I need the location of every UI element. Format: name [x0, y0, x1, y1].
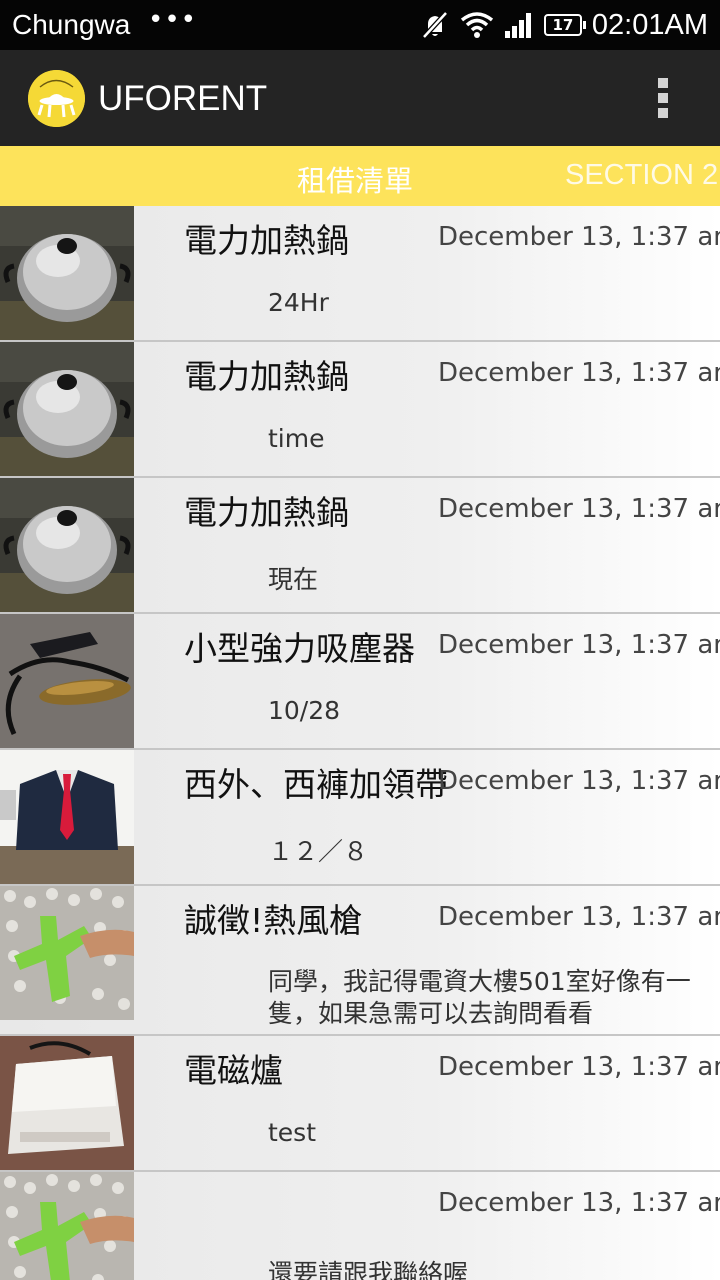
- overflow-menu-icon[interactable]: [650, 72, 676, 124]
- item-thumbnail: [0, 750, 134, 884]
- suit-image: [0, 750, 134, 884]
- item-title: 電力加熱鍋: [184, 493, 349, 532]
- item-thumbnail: [0, 886, 134, 1020]
- item-date: December 13, 1:37 am: [438, 630, 720, 660]
- item-thumbnail: [0, 478, 134, 612]
- item-subtitle: 還要請跟我聯絡喔: [268, 1259, 469, 1280]
- list-item[interactable]: 電力加熱鍋 December 13, 1:37 am 24Hr: [0, 206, 720, 342]
- item-subtitle: 同學，我記得電資大樓501室好像有一隻，如果急需可以去詢問看看: [268, 967, 691, 1028]
- lace-hand-image: [0, 1172, 134, 1280]
- wifi-icon: [460, 12, 494, 38]
- item-subtitle: 10/28: [268, 696, 341, 725]
- clock: 02:01AM: [591, 8, 708, 41]
- item-title: 電力加熱鍋: [184, 221, 349, 260]
- item-thumbnail: [0, 1172, 134, 1280]
- item-thumbnail: [0, 206, 134, 340]
- status-bar: Chungwa ••• 17 02:01AM: [0, 0, 720, 50]
- tab-bar: 租借清單 SECTION 2: [0, 146, 720, 206]
- item-date: December 13, 1:37 am: [438, 358, 720, 388]
- item-subtitle: time: [268, 424, 325, 453]
- list-item[interactable]: 電力加熱鍋 December 13, 1:37 am 現在: [0, 478, 720, 614]
- item-date: December 13, 1:37 am: [438, 222, 720, 252]
- induction-cooker-image: [0, 1036, 134, 1170]
- item-date: December 13, 1:37 am: [438, 766, 720, 796]
- rice-cooker-image: [0, 206, 134, 340]
- battery-icon: 17: [543, 14, 586, 36]
- list-item[interactable]: 小型強力吸塵器 December 13, 1:37 am 10/28: [0, 614, 720, 750]
- carrier-name: Chungwa: [12, 9, 131, 40]
- notification-dots: •••: [148, 5, 198, 35]
- item-title: 電磁爐: [184, 1051, 283, 1090]
- app-title: UFORENT: [98, 79, 268, 118]
- tab-section-2[interactable]: SECTION 2: [565, 159, 718, 192]
- item-title: 誠徵!熱風槍: [184, 901, 363, 940]
- action-bar: UFORENT: [0, 50, 720, 146]
- item-thumbnail: [0, 614, 134, 748]
- signal-icon: [504, 13, 531, 38]
- list-item[interactable]: 誠徵!熱風槍 December 13, 1:37 am 同學，我記得電資大樓50…: [0, 886, 720, 1036]
- item-date: December 13, 1:37 am: [438, 1188, 720, 1218]
- item-date: December 13, 1:37 am: [438, 494, 720, 524]
- list-item[interactable]: 電力加熱鍋 December 13, 1:37 am time: [0, 342, 720, 478]
- item-title: 小型強力吸塵器: [184, 629, 415, 668]
- item-thumbnail: [0, 342, 134, 476]
- item-subtitle: １２／８: [268, 837, 369, 866]
- status-icons: 17 02:01AM: [420, 8, 708, 42]
- item-subtitle: 24Hr: [268, 288, 329, 317]
- rice-cooker-image: [0, 342, 134, 476]
- rental-list: 電力加熱鍋 December 13, 1:37 am 24Hr 電力加熱鍋 De…: [0, 206, 720, 1280]
- rice-cooker-image: [0, 478, 134, 612]
- tab-rental-list[interactable]: 租借清單: [297, 158, 413, 200]
- lace-hand-image: [0, 886, 134, 1020]
- item-title: 西外、西褲加領帶: [184, 765, 448, 804]
- list-item[interactable]: 電磁爐 December 13, 1:37 am test: [0, 1036, 720, 1172]
- mute-bell-icon: [422, 11, 448, 39]
- battery-level: 17: [552, 16, 574, 34]
- item-thumbnail: [0, 1036, 134, 1170]
- item-subtitle: 現在: [268, 565, 319, 594]
- ufo-logo-icon: [28, 70, 85, 127]
- app-logo[interactable]: [28, 70, 85, 127]
- list-item[interactable]: 西外、西褲加領帶 December 13, 1:37 am １２／８: [0, 750, 720, 886]
- list-item[interactable]: December 13, 1:37 am 還要請跟我聯絡喔: [0, 1172, 720, 1280]
- item-subtitle: test: [268, 1118, 317, 1147]
- item-title: 電力加熱鍋: [184, 357, 349, 396]
- vacuum-image: [0, 614, 134, 748]
- item-date: December 13, 1:37 am: [438, 902, 720, 932]
- item-date: December 13, 1:37 am: [438, 1052, 720, 1082]
